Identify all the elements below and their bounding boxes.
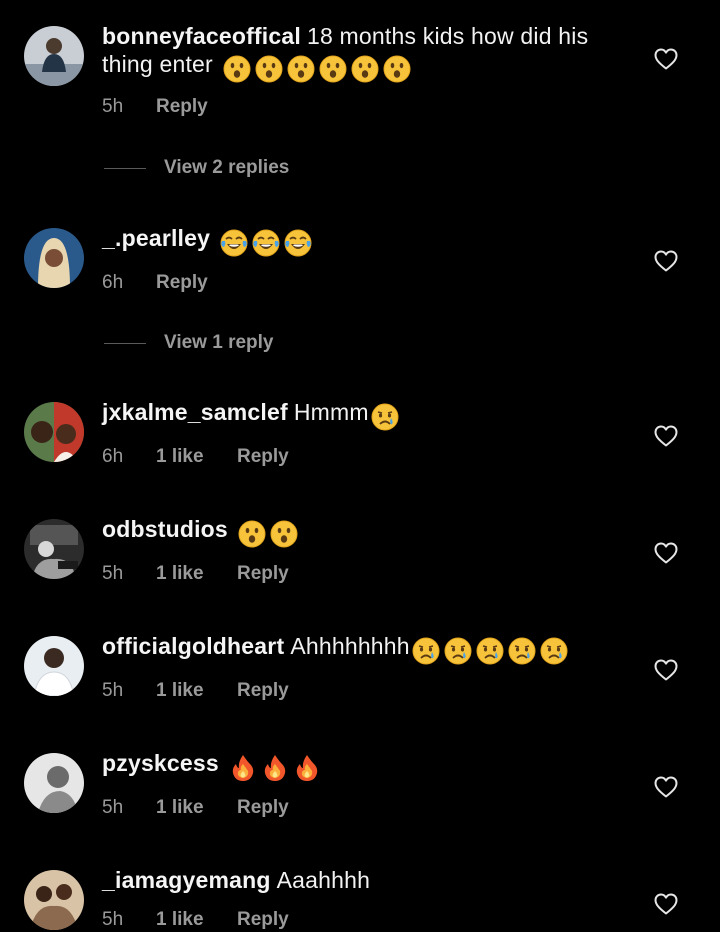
- avatar[interactable]: [24, 870, 84, 930]
- fire-emoji: [293, 754, 321, 782]
- hushed-face-emoji: [255, 55, 283, 83]
- comment-meta: 6h 1 like Reply: [102, 445, 622, 469]
- like-heart-icon[interactable]: [654, 250, 678, 272]
- like-heart-icon[interactable]: [654, 893, 678, 915]
- comment-body: Hmmm: [293, 399, 369, 425]
- avatar[interactable]: [24, 228, 84, 288]
- username[interactable]: _.pearlley: [102, 225, 210, 251]
- hushed-face-emoji: [238, 520, 266, 548]
- emoji-group: [229, 754, 325, 782]
- crying-face-emoji: [476, 637, 504, 665]
- fire-emoji: [229, 754, 257, 782]
- username[interactable]: pzyskcess: [102, 750, 219, 776]
- timestamp: 6h: [102, 446, 124, 467]
- likes-count[interactable]: 1 like: [156, 908, 237, 932]
- likes-count[interactable]: 1 like: [156, 562, 237, 586]
- hushed-face-emoji: [319, 55, 347, 83]
- hushed-face-emoji: [223, 55, 251, 83]
- comment-text: _.pearlley: [102, 224, 622, 257]
- comment-meta: 5h Reply: [102, 95, 622, 119]
- reply-button[interactable]: Reply: [237, 562, 289, 586]
- username[interactable]: _iamagyemang: [102, 867, 271, 893]
- username[interactable]: bonneyfaceoffical: [102, 23, 301, 49]
- fire-emoji: [261, 754, 289, 782]
- comment-text: jxkalme_samclef Hmmm: [102, 398, 622, 431]
- hushed-face-emoji: [287, 55, 315, 83]
- crying-face-emoji: [371, 403, 399, 431]
- crying-face-emoji: [540, 637, 568, 665]
- comment-text: bonneyfaceoffical 18 months kids how did …: [102, 22, 622, 50]
- like-heart-icon[interactable]: [654, 425, 678, 447]
- avatar[interactable]: [24, 753, 84, 813]
- comment-text: officialgoldheart Ahhhhhhhh: [102, 632, 622, 665]
- avatar[interactable]: [24, 636, 84, 696]
- comment-meta: 5h 1 like Reply: [102, 796, 622, 820]
- like-heart-icon[interactable]: [654, 776, 678, 798]
- view-replies-button[interactable]: View 2 replies: [104, 157, 289, 179]
- comment-text: _iamagyemang Aaahhhh: [102, 866, 622, 894]
- emoji-group: [223, 55, 415, 83]
- timestamp: 5h: [102, 563, 124, 584]
- reply-button[interactable]: Reply: [156, 95, 208, 119]
- likes-count[interactable]: 1 like: [156, 679, 237, 703]
- reply-button[interactable]: Reply: [237, 908, 289, 932]
- timestamp: 5h: [102, 909, 124, 930]
- comment-meta: 6h Reply: [102, 271, 622, 295]
- username[interactable]: odbstudios: [102, 516, 228, 542]
- comment-body: Aaahhhh: [276, 867, 371, 893]
- face-with-tears-of-joy-emoji: [252, 229, 280, 257]
- like-heart-icon[interactable]: [654, 659, 678, 681]
- username[interactable]: officialgoldheart: [102, 633, 284, 659]
- divider: [104, 342, 146, 344]
- reply-button[interactable]: Reply: [156, 271, 208, 295]
- hushed-face-emoji: [270, 520, 298, 548]
- emoji-group: [412, 637, 572, 665]
- hushed-face-emoji: [351, 55, 379, 83]
- face-with-tears-of-joy-emoji: [284, 229, 312, 257]
- emoji-group: [238, 520, 302, 548]
- crying-face-emoji: [412, 637, 440, 665]
- emoji-group: [371, 403, 403, 431]
- crying-face-emoji: [444, 637, 472, 665]
- like-heart-icon[interactable]: [654, 48, 678, 70]
- timestamp: 5h: [102, 96, 124, 117]
- avatar[interactable]: [24, 402, 84, 462]
- reply-button[interactable]: Reply: [237, 679, 289, 703]
- timestamp: 5h: [102, 797, 124, 818]
- hushed-face-emoji: [383, 55, 411, 83]
- avatar[interactable]: [24, 519, 84, 579]
- comment-body: Ahhhhhhhh: [290, 633, 410, 659]
- comment-text: pzyskcess: [102, 749, 622, 782]
- comment-meta: 5h 1 like Reply: [102, 562, 622, 586]
- comment-text-continued: thing enter: [102, 50, 622, 83]
- username[interactable]: jxkalme_samclef: [102, 399, 288, 425]
- reply-button[interactable]: Reply: [237, 796, 289, 820]
- emoji-group: [220, 229, 316, 257]
- view-replies-button[interactable]: View 1 reply: [104, 332, 274, 354]
- face-with-tears-of-joy-emoji: [220, 229, 248, 257]
- avatar[interactable]: [24, 26, 84, 86]
- likes-count[interactable]: 1 like: [156, 445, 237, 469]
- comment-body: 18 months kids how did his: [306, 23, 589, 49]
- comment-meta: 5h 1 like Reply: [102, 679, 622, 703]
- like-heart-icon[interactable]: [654, 542, 678, 564]
- view-replies-label: View 1 reply: [164, 332, 274, 353]
- timestamp: 6h: [102, 272, 124, 293]
- comment-text: odbstudios: [102, 515, 622, 548]
- reply-button[interactable]: Reply: [237, 445, 289, 469]
- view-replies-label: View 2 replies: [164, 157, 290, 178]
- divider: [104, 167, 146, 169]
- comment-meta: 5h 1 like Reply: [102, 908, 622, 932]
- timestamp: 5h: [102, 680, 124, 701]
- likes-count[interactable]: 1 like: [156, 796, 237, 820]
- comment-body: thing enter: [102, 51, 213, 77]
- crying-face-emoji: [508, 637, 536, 665]
